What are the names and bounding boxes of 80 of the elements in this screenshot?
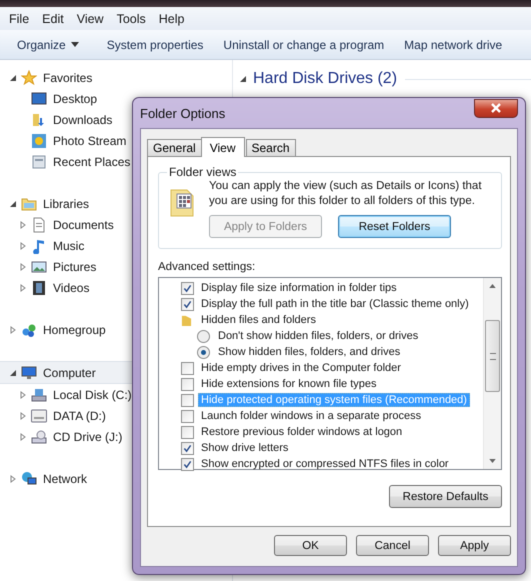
tab[interactable]: Search	[246, 139, 296, 156]
group-heading: Hard Disk Drives (2)	[253, 70, 398, 88]
collapsed-arrow-icon[interactable]	[19, 432, 27, 440]
toolbar-button[interactable]: Organize	[12, 38, 84, 52]
scrollbar[interactable]	[483, 278, 501, 469]
film-icon	[31, 280, 47, 296]
collapsed-arrow-icon[interactable]	[19, 390, 27, 398]
star-icon	[21, 70, 37, 86]
music-note-icon	[31, 238, 47, 254]
menu-item[interactable]: View	[72, 12, 109, 26]
tab[interactable]: General	[147, 139, 202, 156]
toolbar-button[interactable]: Uninstall or change a program	[218, 38, 390, 52]
setting-label[interactable]: Display the full path in the title bar (Classic theme only)	[198, 297, 472, 311]
scroll-up-icon[interactable]	[489, 284, 496, 288]
desktop-icon	[31, 90, 47, 106]
expanded-arrow-icon[interactable]	[239, 75, 247, 83]
radio-button[interactable]	[197, 330, 210, 342]
setting-label[interactable]: Don't show hidden files, folders, or drives	[215, 329, 422, 343]
network-icon	[21, 470, 37, 486]
checkbox[interactable]	[181, 442, 194, 454]
menu-item[interactable]: File	[4, 12, 34, 26]
expanded-arrow-icon[interactable]	[9, 74, 17, 82]
download-folder-icon	[31, 112, 47, 128]
expanded-arrow-icon[interactable]	[9, 368, 17, 376]
toolbar-button[interactable]: System properties	[102, 38, 208, 52]
checkbox[interactable]	[181, 378, 194, 390]
scroll-down-icon[interactable]	[489, 459, 496, 463]
caret-icon	[70, 42, 79, 47]
group-label: Folder views	[168, 165, 238, 179]
collapsed-arrow-icon[interactable]	[19, 242, 27, 250]
checkbox[interactable]	[181, 458, 194, 470]
document-icon	[31, 216, 47, 232]
tree-item[interactable]: Network	[0, 468, 232, 489]
cd-drive-icon	[31, 428, 47, 444]
scroll-thumb[interactable]	[485, 320, 500, 392]
checkbox[interactable]	[181, 394, 194, 406]
setting-label[interactable]: Launch folder windows in a separate process	[198, 409, 424, 423]
close-icon	[491, 103, 501, 113]
dialog-button[interactable]: Apply	[438, 535, 511, 556]
collapsed-arrow-icon[interactable]	[19, 412, 27, 420]
setting-label[interactable]: Show hidden files, folders, and drives	[215, 345, 404, 359]
picture-icon	[31, 258, 47, 274]
radio-button[interactable]	[197, 346, 210, 358]
dialog-button[interactable]: Reset Folders	[338, 215, 451, 238]
tab[interactable]: View	[200, 137, 244, 157]
setting-label[interactable]: Display file size information in folder tips	[198, 281, 400, 295]
close-button[interactable]	[474, 98, 518, 118]
checkbox[interactable]	[181, 426, 194, 438]
restore-defaults-button[interactable]: Restore Defaults	[389, 485, 502, 508]
setting-label[interactable]: Show encrypted or compressed NTFS files in color	[198, 457, 452, 471]
dialog-button[interactable]: Cancel	[356, 535, 429, 556]
collapsed-arrow-icon[interactable]	[9, 474, 17, 482]
folder-icon	[181, 314, 192, 326]
menu-item[interactable]: Tools	[112, 12, 151, 26]
folder-icon	[21, 196, 37, 212]
dialog-button[interactable]: OK	[274, 535, 347, 556]
setting-label[interactable]: Show drive letters	[198, 441, 292, 455]
setting-label[interactable]: Restore previous folder windows at logon	[198, 425, 406, 439]
checkbox[interactable]	[181, 362, 194, 374]
menu-item[interactable]: Help	[154, 12, 190, 26]
collapsed-arrow-icon[interactable]	[19, 262, 27, 270]
tree-item[interactable]: Music	[0, 235, 232, 256]
hard-disk-icon	[31, 386, 47, 402]
checkbox[interactable]	[181, 298, 194, 310]
tree-item[interactable]: Favorites	[0, 67, 232, 88]
setting-label[interactable]: Hidden files and folders	[198, 313, 319, 327]
description-text: You can apply the view (such as Details or Icons) that you are using for this folder to all folders of this type.	[209, 179, 483, 209]
homegroup-icon	[21, 322, 37, 338]
section-label: Advanced settings:	[158, 261, 256, 273]
checkbox[interactable]	[181, 282, 194, 294]
collapsed-arrow-icon[interactable]	[19, 220, 27, 228]
recent-places-icon	[31, 154, 47, 170]
toolbar-button[interactable]: Map network drive	[399, 38, 508, 52]
computer-icon	[21, 364, 37, 380]
menu-item[interactable]: Edit	[37, 12, 69, 26]
drive-icon	[31, 408, 47, 424]
expanded-arrow-icon[interactable]	[9, 200, 17, 208]
collapsed-arrow-icon[interactable]	[19, 284, 27, 292]
collapsed-arrow-icon[interactable]	[9, 326, 17, 334]
checkbox[interactable]	[181, 410, 194, 422]
